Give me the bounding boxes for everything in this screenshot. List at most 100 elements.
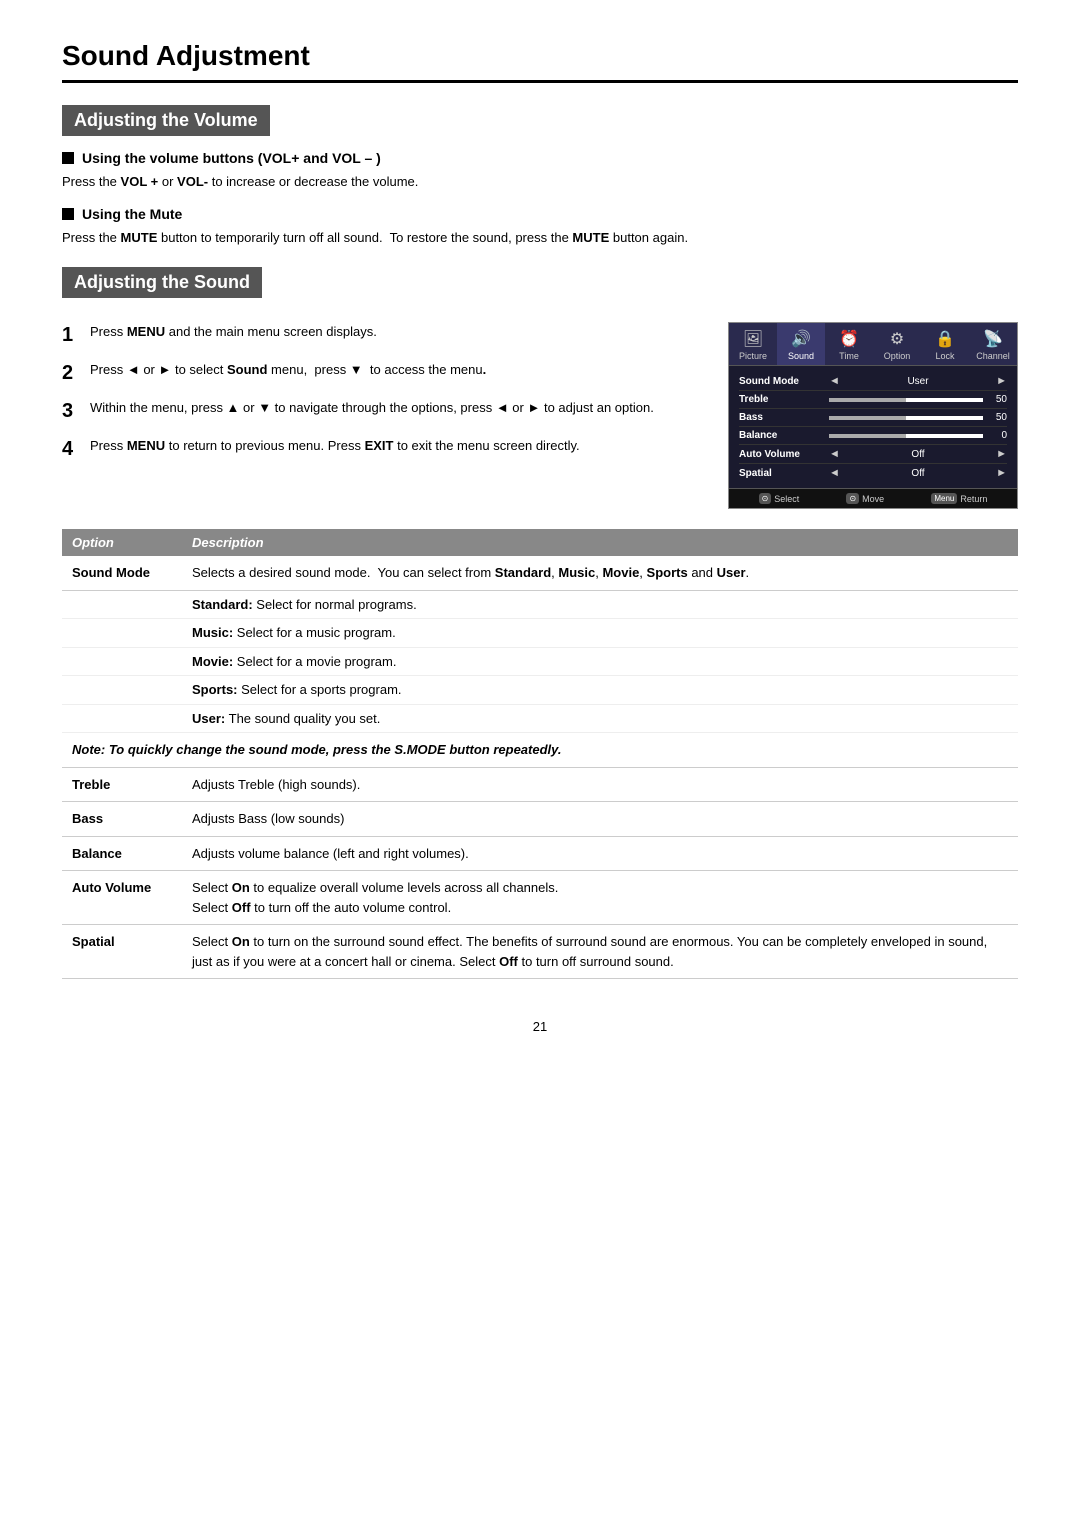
table-row-bass: Bass Adjusts Bass (low sounds) xyxy=(62,802,1018,837)
sound-icon: 🔊 xyxy=(779,329,823,349)
menu-label-auto-volume: Auto Volume xyxy=(739,449,829,460)
desc-movie: Movie: Select for a movie program. xyxy=(182,647,1018,676)
menu-value-auto-volume: Off xyxy=(844,449,992,460)
menu-bar-bass-fill xyxy=(906,416,983,420)
step-1-number: 1 xyxy=(62,322,80,348)
menu-footer-return: Menu Return xyxy=(931,493,987,504)
step-3-number: 3 xyxy=(62,398,80,424)
menu-footer: ⊙ Select ⊙ Move Menu Return xyxy=(729,488,1017,508)
menu-row-sound-mode: Sound Mode ◄ User ► xyxy=(739,372,1007,391)
menu-label-bass: Bass xyxy=(739,412,829,423)
option-spatial: Spatial xyxy=(62,925,182,979)
step-4: 4 Press MENU to return to previous menu.… xyxy=(62,436,704,462)
menu-arrow-left-sp-icon: ◄ xyxy=(829,467,840,479)
page-number: 21 xyxy=(62,1019,1018,1034)
menu-row-spatial: Spatial ◄ Off ► xyxy=(739,464,1007,482)
menu-bar-bass-container: 50 xyxy=(829,412,1007,423)
option-bass: Bass xyxy=(62,802,182,837)
options-table: Option Description Sound Mode Selects a … xyxy=(62,529,1018,979)
menu-arrow-left-icon: ◄ xyxy=(829,375,840,387)
step-3: 3 Within the menu, press ▲ or ▼ to navig… xyxy=(62,398,704,424)
note-text: Note: To quickly change the sound mode, … xyxy=(62,733,1018,768)
menu-arrow-right-sp-icon: ► xyxy=(996,467,1007,479)
step-2: 2 Press ◄ or ► to select Sound menu, pre… xyxy=(62,360,704,386)
menu-bar-balance xyxy=(829,434,983,438)
option-music-empty xyxy=(62,619,182,648)
menu-tab-picture: 🖼 Picture xyxy=(729,323,777,365)
time-icon: ⏰ xyxy=(827,329,871,349)
step-1: 1 Press MENU and the main menu screen di… xyxy=(62,322,704,348)
menu-bar-treble-fill xyxy=(906,398,983,402)
table-row-user: User: The sound quality you set. xyxy=(62,704,1018,733)
table-row-standard: Standard: Select for normal programs. xyxy=(62,590,1018,619)
option-sports-empty xyxy=(62,676,182,705)
desc-bass: Adjusts Bass (low sounds) xyxy=(182,802,1018,837)
move-btn-icon: ⊙ xyxy=(846,493,859,504)
menu-tab-option: ⚙ Option xyxy=(873,323,921,365)
desc-treble: Adjusts Treble (high sounds). xyxy=(182,767,1018,802)
mute-subsection: Using the Mute Press the MUTE button to … xyxy=(62,206,1018,248)
option-sound-mode: Sound Mode xyxy=(62,556,182,590)
menu-arrow-left-av-icon: ◄ xyxy=(829,448,840,460)
desc-auto-volume: Select On to equalize overall volume lev… xyxy=(182,871,1018,925)
desc-user: User: The sound quality you set. xyxy=(182,704,1018,733)
desc-sound-mode: Selects a desired sound mode. You can se… xyxy=(182,556,1018,590)
menu-tab-time: ⏰ Time xyxy=(825,323,873,365)
adjusting-sound-section: Adjusting the Sound 1 Press MENU and the… xyxy=(62,267,1018,509)
option-balance: Balance xyxy=(62,836,182,871)
menu-tabs: 🖼 Picture 🔊 Sound ⏰ Time ⚙ Option xyxy=(729,323,1017,366)
menu-label-treble: Treble xyxy=(739,394,829,405)
menu-row-balance: Balance 0 xyxy=(739,427,1007,445)
table-row-balance: Balance Adjusts volume balance (left and… xyxy=(62,836,1018,871)
select-btn-icon: ⊙ xyxy=(759,493,772,504)
menu-bar-bass xyxy=(829,416,983,420)
description-header: Description xyxy=(182,529,1018,556)
step-4-text: Press MENU to return to previous menu. P… xyxy=(90,436,704,456)
menu-label-spatial: Spatial xyxy=(739,468,829,479)
menu-value-sound-mode: User xyxy=(844,376,992,387)
menu-bar-balance-container: 0 xyxy=(829,430,1007,441)
option-header: Option xyxy=(62,529,182,556)
menu-arrow-right-av-icon: ► xyxy=(996,448,1007,460)
menu-footer-select: ⊙ Select xyxy=(759,493,800,504)
adjusting-volume-section: Adjusting the Volume Using the volume bu… xyxy=(62,105,1018,247)
menu-tab-sound: 🔊 Sound xyxy=(777,323,825,365)
menu-label-sound-mode: Sound Mode xyxy=(739,376,829,387)
option-treble: Treble xyxy=(62,767,182,802)
menu-row-bass: Bass 50 xyxy=(739,409,1007,427)
move-label: Move xyxy=(862,494,884,504)
table-row-movie: Movie: Select for a movie program. xyxy=(62,647,1018,676)
step-3-text: Within the menu, press ▲ or ▼ to navigat… xyxy=(90,398,704,418)
adjusting-sound-heading: Adjusting the Sound xyxy=(62,267,262,298)
menu-bar-treble-value: 50 xyxy=(987,394,1007,405)
menu-arrow-right-icon: ► xyxy=(996,375,1007,387)
bullet-icon xyxy=(62,152,74,164)
desc-spatial: Select On to turn on the surround sound … xyxy=(182,925,1018,979)
menu-bar-treble-container: 50 xyxy=(829,394,1007,405)
table-row-sports: Sports: Select for a sports program. xyxy=(62,676,1018,705)
menu-label-balance: Balance xyxy=(739,430,829,441)
menu-bar-balance-fill xyxy=(906,434,983,438)
step-4-number: 4 xyxy=(62,436,80,462)
menu-bar-bass-value: 50 xyxy=(987,412,1007,423)
mute-text: Press the MUTE button to temporarily tur… xyxy=(62,228,1018,248)
sound-content-layout: 1 Press MENU and the main menu screen di… xyxy=(62,322,1018,509)
table-row-sound-mode: Sound Mode Selects a desired sound mode.… xyxy=(62,556,1018,590)
channel-icon: 📡 xyxy=(971,329,1015,349)
vol-buttons-heading: Using the volume buttons (VOL+ and VOL –… xyxy=(62,150,1018,166)
bullet-icon-2 xyxy=(62,208,74,220)
vol-buttons-text: Press the VOL + or VOL- to increase or d… xyxy=(62,172,1018,192)
menu-ui-box: 🖼 Picture 🔊 Sound ⏰ Time ⚙ Option xyxy=(728,322,1018,509)
table-row-treble: Treble Adjusts Treble (high sounds). xyxy=(62,767,1018,802)
option-standard-empty xyxy=(62,590,182,619)
step-1-text: Press MENU and the main menu screen disp… xyxy=(90,322,704,342)
table-row-spatial: Spatial Select On to turn on the surroun… xyxy=(62,925,1018,979)
mute-heading: Using the Mute xyxy=(62,206,1018,222)
option-user-empty xyxy=(62,704,182,733)
desc-standard: Standard: Select for normal programs. xyxy=(182,590,1018,619)
option-icon: ⚙ xyxy=(875,329,919,349)
menu-tab-lock: 🔒 Lock xyxy=(921,323,969,365)
return-label: Return xyxy=(960,494,987,504)
select-label: Select xyxy=(774,494,799,504)
menu-ui-image: 🖼 Picture 🔊 Sound ⏰ Time ⚙ Option xyxy=(728,322,1018,509)
